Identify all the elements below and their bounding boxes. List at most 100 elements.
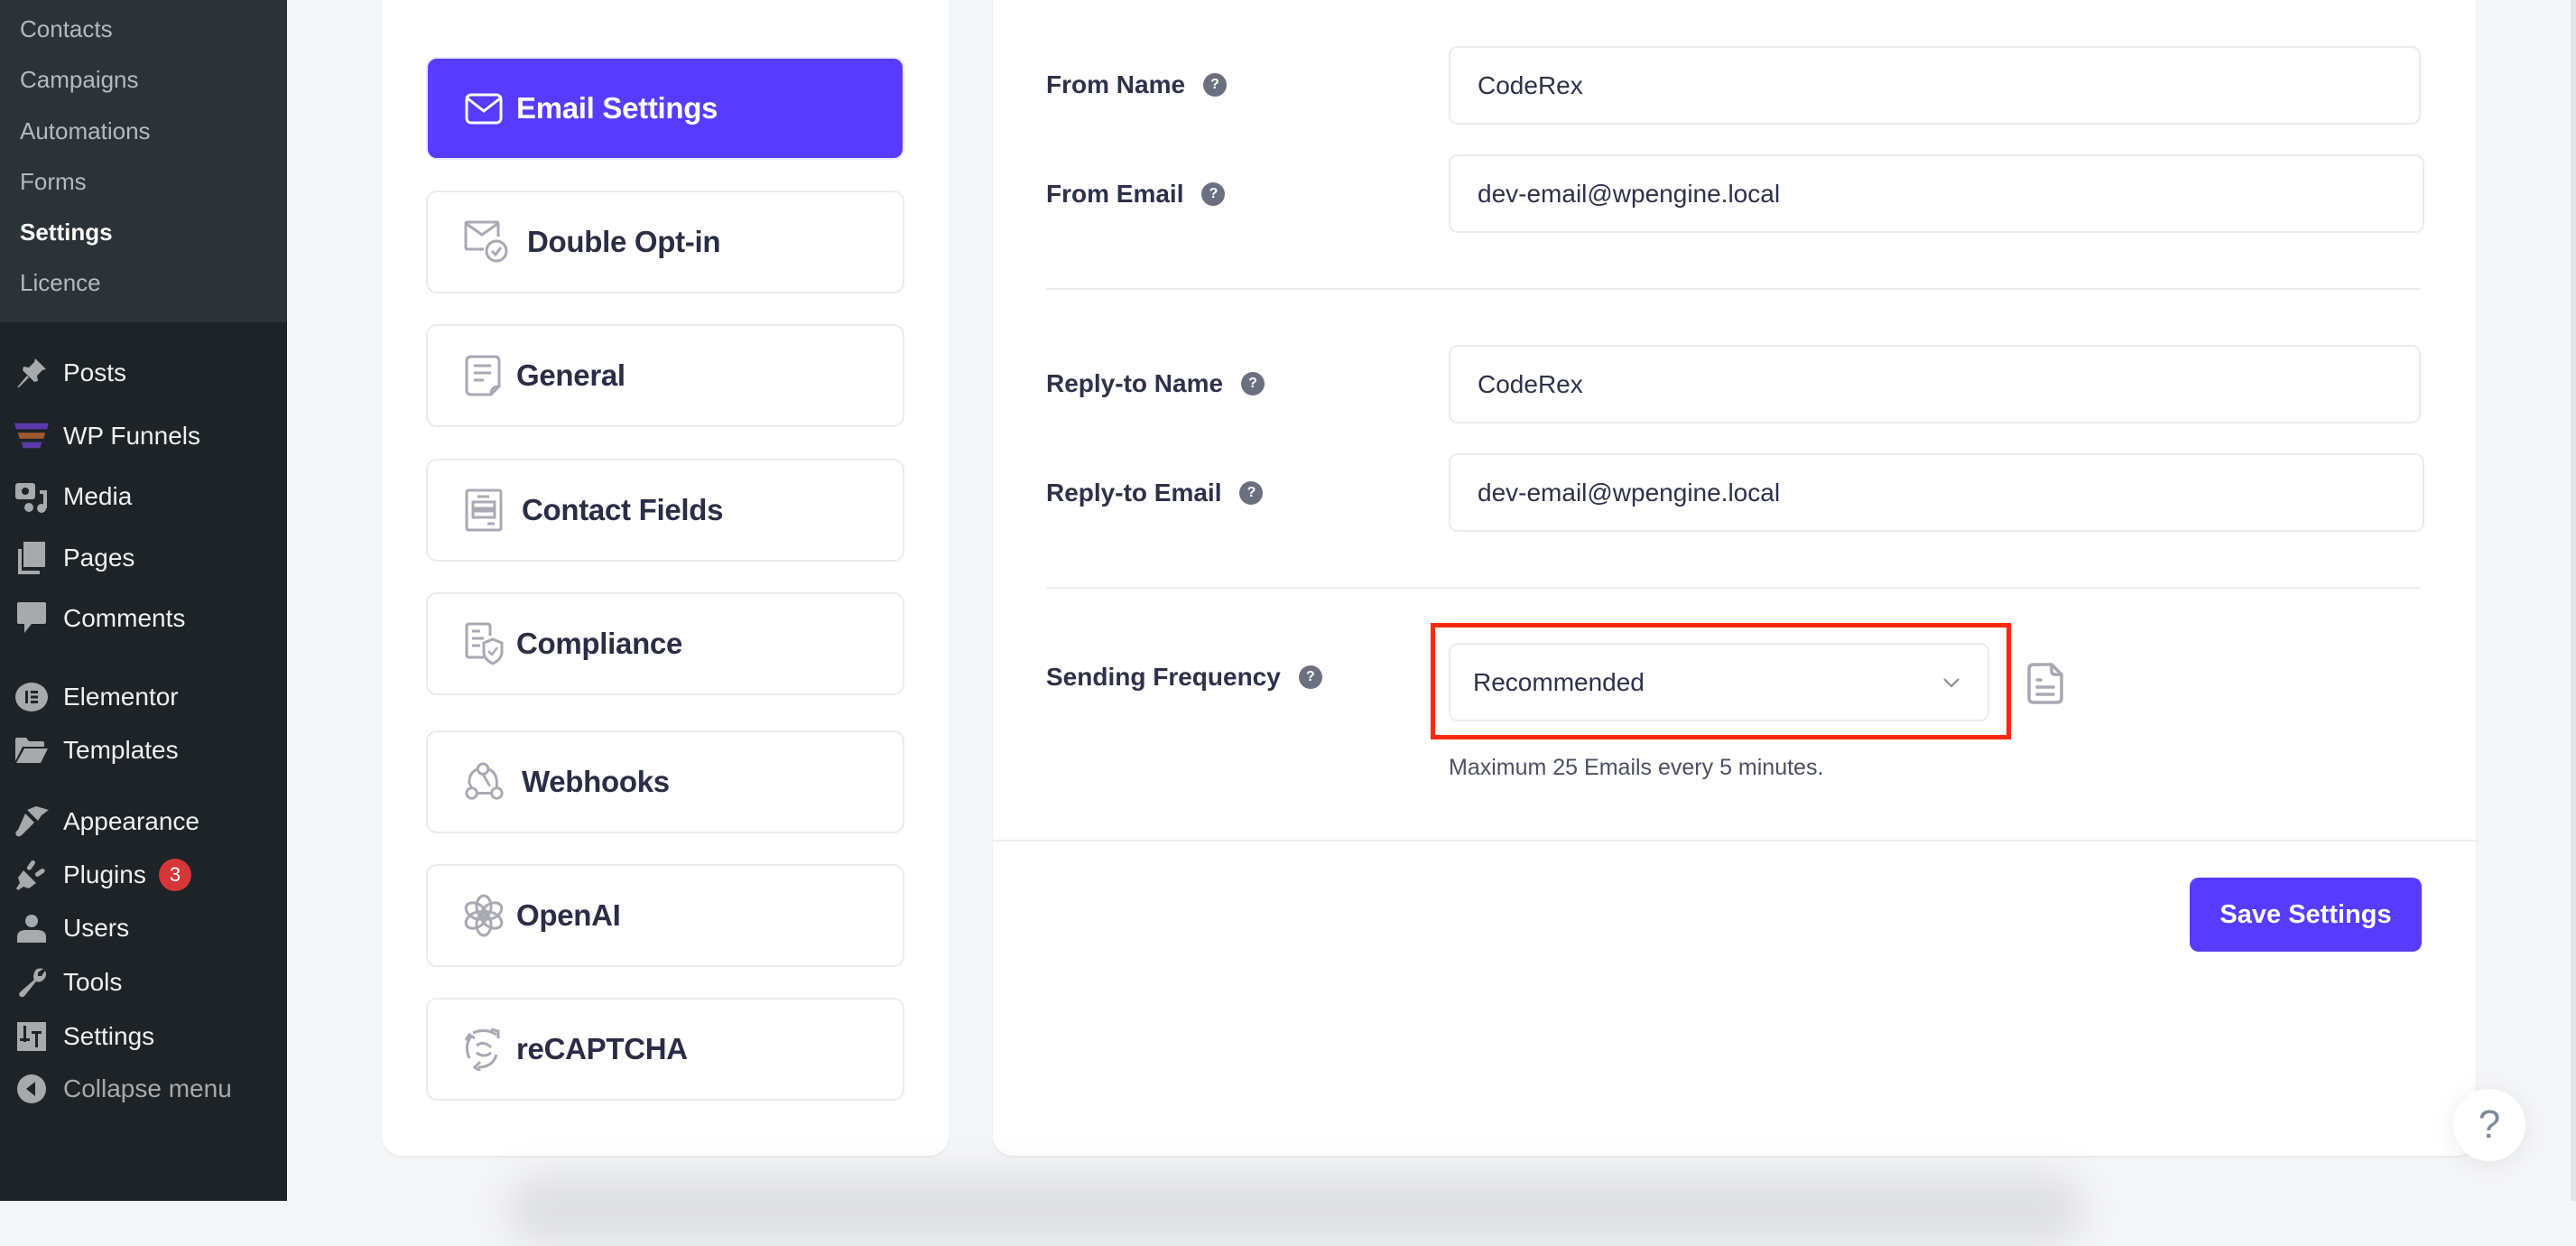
email-settings-form: From Name ? From Email ? Reply-to Name ?… <box>993 0 2476 1156</box>
label-text: Reply-to Name <box>1046 369 1224 397</box>
nav-label: Double Opt-in <box>527 225 721 258</box>
nav-general[interactable]: General <box>426 324 904 427</box>
nav-recaptcha[interactable]: reCAPTCHA <box>426 998 904 1101</box>
menu-item-elementor[interactable]: Elementor <box>0 672 287 722</box>
settings-nav-panel: Email Settings Double Opt-in General Con… <box>382 0 949 1156</box>
from-email-input[interactable] <box>1449 154 2424 233</box>
folder-icon <box>14 733 49 767</box>
document-icon[interactable] <box>2026 662 2064 705</box>
menu-label: Comments <box>63 604 186 632</box>
menu-item-tools[interactable]: Tools <box>0 957 287 1008</box>
footer-divider <box>993 840 2476 842</box>
help-icon[interactable]: ? <box>1298 665 1322 689</box>
sending-frequency-label: Sending Frequency ? <box>1046 659 1322 695</box>
save-settings-button[interactable]: Save Settings <box>2190 878 2422 952</box>
pages-icon <box>14 541 49 575</box>
chevron-down-icon <box>1943 677 1960 688</box>
menu-label: Collapse menu <box>63 1074 232 1102</box>
document-icon <box>465 355 501 396</box>
menu-label: Templates <box>63 736 179 764</box>
collapse-menu-button[interactable]: Collapse menu <box>0 1064 287 1114</box>
recaptcha-icon <box>464 1027 500 1071</box>
submenu-item-campaigns[interactable]: Campaigns <box>20 65 139 94</box>
sending-frequency-hint: Maximum 25 Emails every 5 minutes. <box>1449 755 1824 780</box>
menu-item-pages[interactable]: Pages <box>0 533 287 583</box>
shield-document-icon <box>465 622 504 665</box>
reply-to-name-input[interactable] <box>1449 345 2421 423</box>
envelope-check-icon <box>464 220 508 263</box>
menu-item-settings[interactable]: Settings <box>0 1011 287 1062</box>
nav-contact-fields[interactable]: Contact Fields <box>426 459 904 562</box>
label-text: From Name <box>1046 70 1186 98</box>
menu-label: Plugins <box>63 860 146 888</box>
menu-item-templates[interactable]: Templates <box>0 725 287 776</box>
media-icon <box>14 479 49 514</box>
sending-frequency-select[interactable]: Recommended <box>1449 643 1989 721</box>
brush-icon <box>14 804 49 839</box>
menu-label: Elementor <box>63 683 179 711</box>
from-email-label: From Email ? <box>1046 176 1226 212</box>
menu-label: Appearance <box>63 807 200 835</box>
submenu-item-licence[interactable]: Licence <box>20 268 101 297</box>
help-icon[interactable]: ? <box>1203 73 1228 97</box>
label-text: From Email <box>1046 180 1184 208</box>
menu-item-users[interactable]: Users <box>0 903 287 953</box>
help-icon[interactable]: ? <box>1201 182 1226 206</box>
label-text: Sending Frequency <box>1046 663 1281 691</box>
comment-icon <box>14 601 49 636</box>
reply-to-email-input[interactable] <box>1449 453 2424 532</box>
nav-label: Email Settings <box>516 91 718 125</box>
menu-item-comments[interactable]: Comments <box>0 593 287 644</box>
nav-webhooks[interactable]: Webhooks <box>426 730 904 833</box>
envelope-icon <box>465 93 503 125</box>
bottom-shadow <box>505 1174 2085 1246</box>
elementor-icon <box>14 680 49 714</box>
nav-label: reCAPTCHA <box>516 1032 688 1065</box>
user-icon <box>14 911 49 945</box>
reply-to-email-label: Reply-to Email ? <box>1046 475 1264 511</box>
menu-label: Posts <box>63 358 127 386</box>
section-divider <box>1046 587 2421 589</box>
menu-label: Media <box>63 482 133 510</box>
submenu-item-automations[interactable]: Automations <box>20 116 151 145</box>
openai-icon <box>464 894 504 937</box>
submenu-item-contacts[interactable]: Contacts <box>20 14 113 43</box>
help-icon[interactable]: ? <box>1241 372 1265 395</box>
window-edge <box>2571 0 2576 1201</box>
nav-label: OpenAI <box>516 898 621 932</box>
menu-label: WP Funnels <box>63 422 200 450</box>
webhook-icon <box>465 762 504 800</box>
selected-value: Recommended <box>1473 667 1645 696</box>
menu-item-posts[interactable]: Posts <box>0 348 287 398</box>
menu-item-appearance[interactable]: Appearance <box>0 796 287 847</box>
menu-label: Tools <box>63 968 123 996</box>
nav-openai[interactable]: OpenAI <box>426 864 904 967</box>
help-button[interactable]: ? <box>2453 1089 2525 1161</box>
label-text: Reply-to Email <box>1046 479 1222 507</box>
submenu-item-forms[interactable]: Forms <box>20 167 87 196</box>
menu-item-wp-funnels[interactable]: WP Funnels <box>0 411 287 461</box>
nav-label: Webhooks <box>522 765 670 798</box>
submenu-item-settings[interactable]: Settings <box>20 218 113 246</box>
menu-label: Settings <box>63 1022 155 1050</box>
nav-email-settings[interactable]: Email Settings <box>426 57 904 160</box>
from-name-input[interactable] <box>1449 46 2421 125</box>
menu-item-media[interactable]: Media <box>0 471 287 522</box>
nav-label: Contact Fields <box>522 493 724 526</box>
reply-to-name-label: Reply-to Name ? <box>1046 366 1265 402</box>
menu-item-plugins[interactable]: Plugins 3 <box>0 850 287 900</box>
nav-compliance[interactable]: Compliance <box>426 592 904 695</box>
wp-admin-sidebar: Contacts Campaigns Automations Forms Set… <box>0 0 287 1201</box>
pin-icon <box>14 356 49 390</box>
collapse-icon <box>14 1072 49 1106</box>
help-icon[interactable]: ? <box>1239 481 1264 505</box>
section-divider <box>1046 288 2421 290</box>
wrench-icon <box>14 965 49 1000</box>
menu-label: Pages <box>63 544 135 572</box>
from-name-label: From Name ? <box>1046 67 1228 103</box>
update-count-badge: 3 <box>159 859 191 891</box>
nav-label: Compliance <box>516 627 683 660</box>
plugin-submenu: Contacts Campaigns Automations Forms Set… <box>0 0 287 322</box>
nav-double-opt-in[interactable]: Double Opt-in <box>426 191 904 293</box>
funnel-icon <box>14 419 49 453</box>
